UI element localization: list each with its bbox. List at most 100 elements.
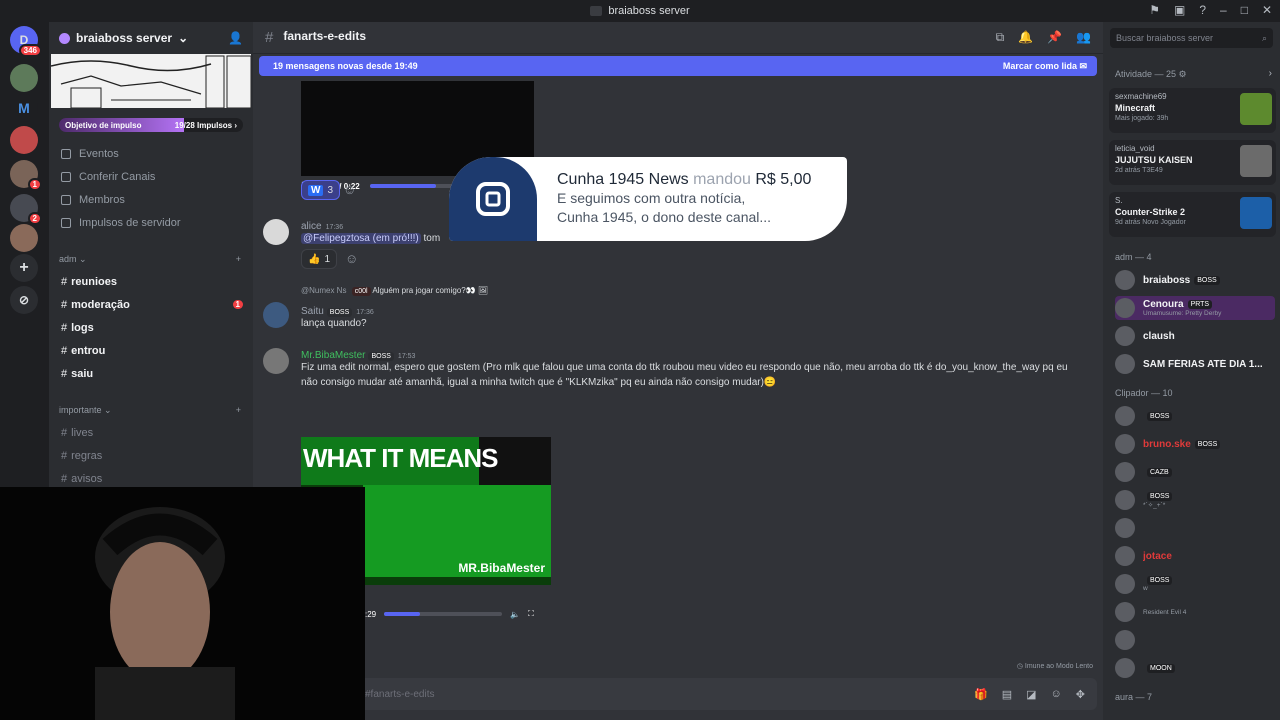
add-server-icon[interactable]: + [10, 254, 38, 282]
menu-events[interactable]: Eventos [49, 142, 253, 165]
category-adm[interactable]: adm ⌄ + [49, 248, 253, 270]
sticker-icon[interactable]: ◪ [1026, 688, 1036, 701]
category-importante-label: importante [59, 404, 102, 415]
fullscreen-icon[interactable]: ⛶ [528, 609, 534, 619]
menu-members[interactable]: Membros [49, 188, 253, 211]
add-reaction-icon[interactable]: ☺ [345, 251, 358, 266]
add-channel-icon[interactable]: + [236, 405, 241, 415]
member-row[interactable]: BOSS w [1115, 572, 1275, 596]
add-server-label: + [19, 259, 29, 276]
home-badge: 346 [18, 44, 42, 57]
member-row[interactable]: Resident Evil 4 [1115, 600, 1275, 624]
role-tag: BOSS [1147, 491, 1173, 501]
member-row[interactable]: jotace [1115, 544, 1275, 568]
livepix-logo-svg [476, 182, 510, 216]
search-input[interactable]: Buscar braiaboss server ⌕ [1110, 28, 1273, 48]
reaction-w[interactable]: W3 [301, 180, 341, 200]
donation-line3: Cunha 1945, o dono deste canal... [557, 209, 772, 225]
activity-card[interactable]: leticia_void JUJUTSU KAISEN 2d atrás T3E… [1109, 140, 1276, 185]
avatar[interactable] [263, 348, 289, 374]
channel-reunioes[interactable]: # reunioes [49, 270, 253, 293]
donation-alert: Cunha 1945 News mandou R$ 5,00 E seguimo… [449, 157, 847, 241]
role-tag: BOSS [1194, 439, 1221, 449]
text-channel-icon: # [61, 472, 68, 485]
activity-header: Atividade — 25 ⚙ [1115, 69, 1187, 79]
message-composer[interactable]: #fanarts-e-edits 🎁 ▤ ◪ ☺ ✥ [357, 678, 1097, 710]
activity-card[interactable]: sexmachine69 Minecraft Mais jogado: 39h [1109, 88, 1276, 133]
menu-members-label: Membros [79, 193, 125, 206]
member-row[interactable]: Cenoura PRTS Umamusume: Pretty Derby [1115, 296, 1275, 320]
member-name: claush [1143, 330, 1175, 342]
server-icon-5[interactable]: 2 [10, 194, 42, 225]
member-row[interactable]: MOON [1115, 656, 1275, 680]
header-toolbar: ⧉ 🔔 📌 👥 [996, 30, 1091, 45]
add-reaction-icon[interactable]: ☺ [343, 182, 356, 197]
threads-icon[interactable]: ⧉ [996, 30, 1005, 45]
server-icon-4[interactable]: 1 [10, 160, 42, 191]
volume-icon[interactable]: 🔈 [510, 610, 520, 619]
member-row[interactable]: claush [1115, 324, 1275, 348]
maximize-button[interactable]: □ [1241, 3, 1248, 17]
video-seek-bar[interactable] [384, 612, 503, 616]
member-row[interactable]: CAZB [1115, 460, 1275, 484]
avatar[interactable] [263, 219, 289, 245]
video-seek-fill [384, 612, 420, 616]
bell-icon[interactable]: 🔔 [1018, 30, 1033, 45]
member-row[interactable]: BOSS [1115, 404, 1275, 428]
member-row[interactable] [1115, 516, 1275, 540]
add-channel-icon[interactable]: + [236, 254, 241, 264]
pin-icon[interactable]: 📌 [1047, 30, 1062, 45]
server-icon-6[interactable] [10, 224, 38, 252]
member-row[interactable]: BOSS *`✧_+`* [1115, 488, 1275, 512]
channel-entrou[interactable]: # entrou [49, 339, 253, 362]
avatar [1115, 462, 1135, 482]
guild-header[interactable]: braiaboss server ⌄ 👤 [49, 22, 253, 54]
close-button[interactable]: ✕ [1262, 3, 1272, 17]
chevron-right-icon[interactable]: › [1269, 68, 1272, 79]
inbox-flag-icon[interactable]: ⚑ [1149, 3, 1160, 17]
channel-regras[interactable]: # regras [49, 444, 253, 467]
new-messages-bar[interactable]: 19 mensagens novas desde 19:49 Marcar co… [259, 56, 1097, 76]
screen-share-icon[interactable]: ▣ [1174, 3, 1185, 17]
channel-logs[interactable]: # logs [49, 316, 253, 339]
message-saitu: @Numex Ns c00l Alguém pra jogar comigo?👀… [263, 286, 763, 330]
member-row[interactable]: bruno.ske BOSS [1115, 432, 1275, 456]
boost-goal-bar[interactable]: Objetivo de impulso 19/28 Impulsos › [59, 118, 243, 132]
member-row[interactable]: SAM FÉRIAS ATÉ DIA 1... [1115, 352, 1275, 376]
minimize-button[interactable]: – [1220, 3, 1227, 17]
gift-icon[interactable]: 🎁 [974, 688, 988, 701]
timestamp: 17:53 [397, 353, 416, 360]
channel-moderacao[interactable]: # moderação 1 [49, 293, 253, 316]
member-list-icon[interactable]: 👥 [1076, 30, 1091, 45]
server-icon-3[interactable] [10, 126, 38, 154]
reply-preview[interactable]: @Numex Ns c00l Alguém pra jogar comigo?👀… [301, 286, 488, 296]
category-importante[interactable]: importante ⌄ + [49, 399, 253, 421]
invite-people-icon[interactable]: 👤 [228, 31, 243, 45]
channel-saiu[interactable]: # saiu [49, 362, 253, 385]
channel-label: avisos [71, 472, 103, 485]
avatar[interactable] [263, 302, 289, 328]
guild-name[interactable]: braiaboss server ⌄ [59, 31, 188, 45]
server-icon-m[interactable]: M [10, 94, 38, 122]
menu-server-boosts[interactable]: Impulsos de servidor [49, 211, 253, 234]
menu-browse-channels[interactable]: Conferir Canais [49, 165, 253, 188]
home-button[interactable]: D 346 [10, 26, 42, 57]
donation-text: Cunha 1945 News mandou R$ 5,00 E seguimo… [537, 171, 811, 227]
user-mention[interactable]: @Felipegztosa (em pró!!!) [301, 233, 421, 244]
reply-author: @Numex Ns [301, 286, 347, 295]
activity-card[interactable]: S. Counter-Strike 2 9d atrás Novo Jogado… [1109, 192, 1276, 237]
help-icon[interactable]: ? [1199, 3, 1206, 17]
reaction-thumbs-up[interactable]: 👍 1 [301, 249, 338, 269]
channel-title-text: fanarts-e-edits [283, 29, 367, 43]
channel-lives[interactable]: # lives [49, 421, 253, 444]
member-row[interactable] [1115, 628, 1275, 652]
member-row[interactable]: braiaboss BOSS [1115, 268, 1275, 292]
gif-icon[interactable]: ▤ [1002, 688, 1012, 701]
role-tag: CAZB [1147, 467, 1172, 477]
mark-as-read-button[interactable]: Marcar como lida ✉ [1003, 61, 1087, 72]
emoji-icon[interactable]: ☺ [1051, 688, 1062, 701]
apps-icon[interactable]: ✥ [1076, 688, 1085, 701]
donation-line1: Cunha 1945 News mandou R$ 5,00 [557, 171, 811, 189]
discover-icon[interactable]: ⊘ [10, 286, 38, 314]
server-icon-1[interactable] [10, 64, 38, 92]
